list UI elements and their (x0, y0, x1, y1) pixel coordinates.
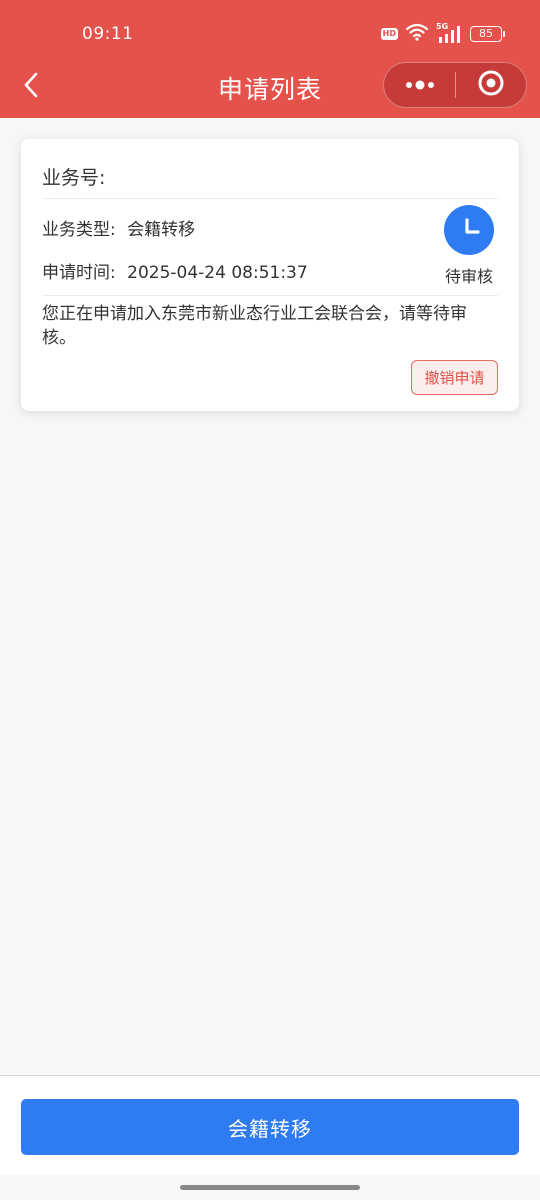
mini-program-capsule (383, 62, 527, 108)
status-text: 待审核 (444, 267, 493, 286)
apply-time-label: 申请时间: (42, 263, 116, 283)
bottom-bar: 会籍转移 (0, 1075, 540, 1175)
card-divider (42, 295, 498, 296)
business-type-value: 会籍转移 (127, 220, 196, 240)
header: 09:11 HD 5G 85 申请列表 (0, 0, 540, 118)
status-time: 09:11 (82, 24, 134, 44)
more-button[interactable] (384, 62, 455, 108)
cancel-application-button[interactable]: 撤销申请 (411, 360, 498, 395)
wifi-icon (405, 23, 429, 45)
close-button[interactable] (456, 62, 526, 108)
status-indicator: 待审核 (439, 205, 499, 287)
apply-time-value: 2025-04-24 08:51:37 (127, 263, 308, 283)
card-divider (42, 198, 498, 199)
status-icons: HD 5G 85 (380, 22, 505, 45)
business-number-label: 业务号: (42, 167, 106, 189)
status-bar: 09:11 HD 5G 85 (0, 0, 540, 62)
hd-icon: HD (380, 28, 398, 40)
battery-icon: 85 (470, 26, 505, 42)
home-indicator[interactable] (180, 1185, 360, 1190)
more-dots-icon (404, 76, 436, 95)
apply-time-row: 申请时间: 2025-04-24 08:51:37 (42, 258, 308, 283)
membership-transfer-button[interactable]: 会籍转移 (21, 1099, 519, 1155)
notice-text: 您正在申请加入东莞市新业态行业工会联合会，请等待审核。 (42, 304, 467, 348)
nav-bar: 申请列表 (0, 62, 540, 118)
signal-icon: 5G (436, 22, 462, 44)
business-number: 业务号: (42, 163, 105, 190)
target-close-icon (477, 69, 505, 101)
business-type-row: 业务类型: 会籍转移 (42, 215, 195, 240)
clock-icon (444, 205, 494, 255)
business-type-label: 业务类型: (42, 220, 116, 240)
application-card[interactable]: 业务号: 业务类型: 会籍转移 申请时间: 2025-04-24 08:51:3… (21, 139, 519, 411)
